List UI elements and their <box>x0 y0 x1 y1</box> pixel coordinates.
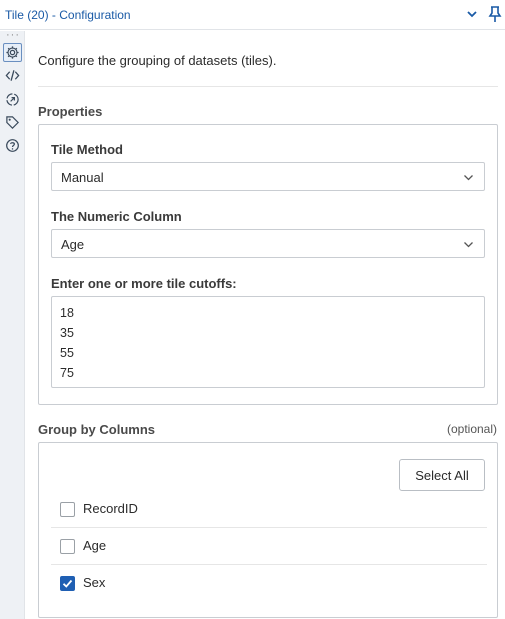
cutoffs-label: Enter one or more tile cutoffs: <box>51 276 237 291</box>
configuration-gear-icon[interactable] <box>3 43 22 62</box>
checkmark-icon <box>62 579 73 588</box>
optional-label: (optional) <box>446 422 497 436</box>
intro-text: Configure the grouping of datasets (tile… <box>38 53 277 68</box>
tag-icon[interactable] <box>3 113 22 132</box>
chevron-down-icon <box>464 175 473 181</box>
window-title: Tile (20) - Configuration <box>5 8 131 22</box>
tile-method-select[interactable]: Manual <box>51 162 485 191</box>
column-row-recordid[interactable]: RecordID <box>51 491 487 528</box>
cutoffs-textarea[interactable]: 18 35 55 75 <box>51 296 485 388</box>
cutoff-value: 18 <box>60 306 74 320</box>
numeric-column-value: Age <box>61 237 85 252</box>
select-all-button[interactable]: Select All <box>399 459 485 491</box>
properties-heading: Properties <box>38 104 103 119</box>
cutoff-value: 55 <box>60 346 74 360</box>
column-row-sex[interactable]: Sex <box>51 565 487 602</box>
checkbox[interactable] <box>60 539 75 554</box>
chevron-down-icon <box>464 242 473 248</box>
side-rail: ··· <box>0 30 25 619</box>
cutoff-value: 75 <box>60 366 74 380</box>
chevron-down-icon[interactable] <box>465 7 479 21</box>
drag-handle-icon[interactable]: ··· <box>6 30 20 41</box>
column-label: Sex <box>83 575 106 590</box>
title-bar: Tile (20) - Configuration <box>0 0 505 30</box>
checkbox-checked[interactable] <box>60 576 75 591</box>
annotation-icon[interactable] <box>3 90 22 109</box>
numeric-column-label: The Numeric Column <box>51 209 182 224</box>
divider <box>38 86 498 87</box>
tile-method-label: Tile Method <box>51 142 123 157</box>
column-label: RecordID <box>83 501 138 516</box>
group-by-heading: Group by Columns <box>38 422 155 437</box>
pin-icon[interactable] <box>487 5 503 23</box>
column-label: Age <box>83 538 107 553</box>
help-icon[interactable] <box>3 136 22 155</box>
code-icon[interactable] <box>3 66 22 85</box>
tile-method-value: Manual <box>61 170 104 185</box>
column-row-age[interactable]: Age <box>51 528 487 565</box>
checkbox[interactable] <box>60 502 75 517</box>
cutoff-value: 35 <box>60 326 74 340</box>
numeric-column-select[interactable]: Age <box>51 229 485 258</box>
